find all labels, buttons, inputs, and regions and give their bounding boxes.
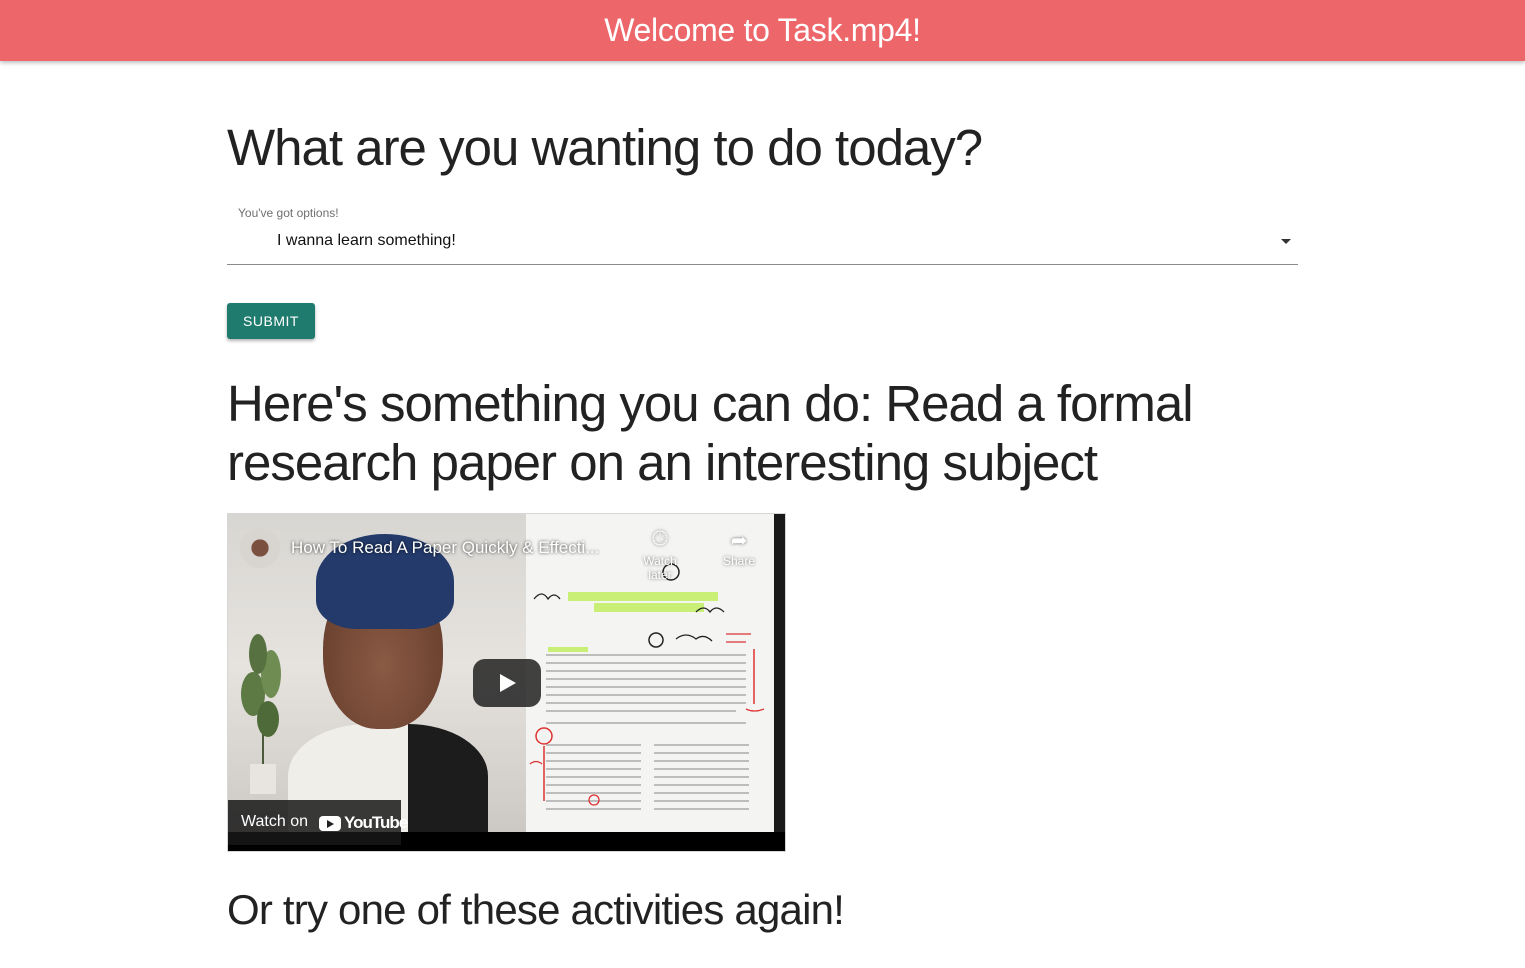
share-label: Share (722, 554, 756, 568)
app-bar: Welcome to Task.mp4! (0, 0, 1525, 61)
watch-later-label: Watch later (643, 554, 677, 582)
select-value: I wanna learn something! (277, 232, 456, 249)
activities-again-heading: Or try one of these activities again! (227, 886, 845, 933)
watch-on-youtube-button[interactable]: Watch on YouTube (228, 800, 408, 845)
question-heading: What are you wanting to do today? (227, 119, 983, 176)
activity-select[interactable]: I wanna learn something! (227, 224, 1298, 265)
play-icon (500, 674, 516, 692)
select-label: You've got options! (238, 206, 339, 220)
share-icon: ➦ (730, 530, 748, 552)
channel-avatar[interactable] (240, 528, 280, 568)
video-title[interactable]: How To Read A Paper Quickly & Effecti... (291, 538, 599, 558)
watch-later-button[interactable]: 🕓︎ Watch later (630, 528, 690, 582)
clock-icon: 🕓︎ (652, 528, 668, 550)
dropdown-caret-icon[interactable] (1281, 239, 1291, 244)
app-title: Welcome to Task.mp4! (604, 12, 921, 48)
youtube-embed[interactable]: How To Read A Paper Quickly & Effecti...… (227, 513, 786, 852)
watch-on-label: Watch on (241, 813, 308, 830)
submit-button[interactable]: SUBMIT (227, 303, 315, 339)
share-button[interactable]: ➦ Share (709, 528, 769, 568)
plant-image (241, 634, 281, 794)
youtube-logo-text: YouTube (344, 813, 408, 832)
youtube-logo-icon (319, 816, 341, 831)
play-button[interactable] (473, 659, 541, 707)
suggestion-heading: Here's something you can do: Read a form… (227, 375, 1194, 491)
